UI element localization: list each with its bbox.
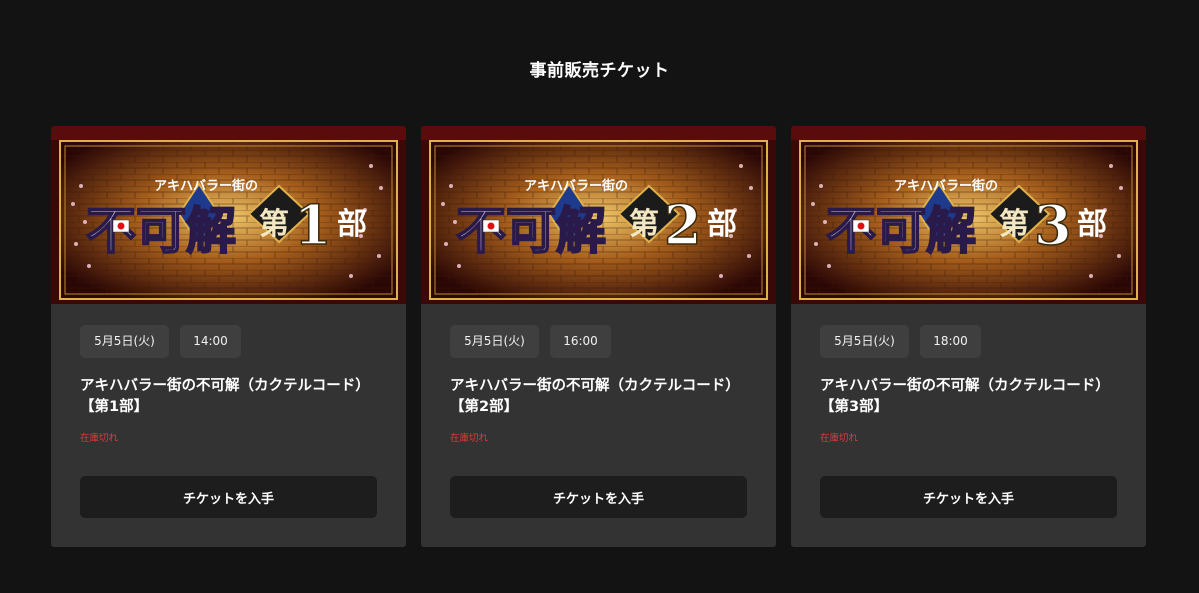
- event-title: アキハバラー街の不可解（カクテルコード） 【第2部】: [450, 376, 750, 418]
- banner-part-suffix: 部: [337, 207, 367, 242]
- sold-out-status: 在庫切れ: [450, 433, 489, 444]
- banner-logo-main: 不可解: [456, 201, 606, 260]
- time-chip: 16:00: [550, 325, 611, 358]
- sold-out-status: 在庫切れ: [820, 433, 859, 444]
- ticket-card: アキハバラー街の 不可解 第 1 部 5月5日(火) 14:00 アキハバラー街…: [51, 126, 406, 547]
- ticket-card: アキハバラー街の 不可解 第 3 部 5月5日(火) 18:00 アキハバラー街…: [791, 126, 1146, 547]
- banner-part-suffix: 部: [1077, 207, 1107, 242]
- banner-logo-top: アキハバラー街の: [894, 178, 998, 194]
- banner-part-number: 2: [664, 193, 702, 257]
- banner-part-prefix: 第: [629, 207, 659, 242]
- event-title-line1: アキハバラー街の不可解（カクテルコード）: [80, 378, 370, 394]
- date-chip: 5月5日(火): [820, 325, 909, 358]
- card-body: 5月5日(火) 14:00 アキハバラー街の不可解（カクテルコード） 【第1部】…: [51, 304, 406, 547]
- event-title-line2: 【第3部】: [820, 399, 889, 415]
- event-banner-image: アキハバラー街の 不可解 第 2 部: [421, 126, 776, 304]
- banner-logo-top: アキハバラー街の: [154, 178, 258, 194]
- date-chip: 5月5日(火): [80, 325, 169, 358]
- card-body: 5月5日(火) 16:00 アキハバラー街の不可解（カクテルコード） 【第2部】…: [421, 304, 776, 547]
- banner-part-prefix: 第: [259, 207, 289, 242]
- event-banner-image: アキハバラー街の 不可解 第 1 部: [51, 126, 406, 304]
- event-title-line1: アキハバラー街の不可解（カクテルコード）: [820, 378, 1110, 394]
- banner-logo-main: 不可解: [86, 201, 236, 260]
- event-title-line2: 【第1部】: [80, 399, 149, 415]
- card-body: 5月5日(火) 18:00 アキハバラー街の不可解（カクテルコード） 【第3部】…: [791, 304, 1146, 547]
- time-chip: 14:00: [180, 325, 241, 358]
- event-title-line2: 【第2部】: [450, 399, 519, 415]
- get-ticket-button[interactable]: チケットを入手: [450, 476, 747, 518]
- event-banner-image: アキハバラー街の 不可解 第 3 部: [791, 126, 1146, 304]
- banner-part-prefix: 第: [999, 207, 1029, 242]
- event-title: アキハバラー街の不可解（カクテルコード） 【第3部】: [820, 376, 1120, 418]
- banner-part-number: 3: [1034, 193, 1072, 257]
- get-ticket-button[interactable]: チケットを入手: [80, 476, 377, 518]
- banner-logo-main: 不可解: [826, 201, 976, 260]
- ticket-card: アキハバラー街の 不可解 第 2 部 5月5日(火) 16:00 アキハバラー街…: [421, 126, 776, 547]
- get-ticket-button[interactable]: チケットを入手: [820, 476, 1117, 518]
- event-title: アキハバラー街の不可解（カクテルコード） 【第1部】: [80, 376, 380, 418]
- banner-logo-top: アキハバラー街の: [524, 178, 628, 194]
- sold-out-status: 在庫切れ: [80, 433, 119, 444]
- time-chip: 18:00: [920, 325, 981, 358]
- banner-part-suffix: 部: [707, 207, 737, 242]
- event-title-line1: アキハバラー街の不可解（カクテルコード）: [450, 378, 740, 394]
- banner-part-number: 1: [294, 193, 332, 257]
- date-chip: 5月5日(火): [450, 325, 539, 358]
- section-title: 事前販売チケット: [529, 61, 670, 81]
